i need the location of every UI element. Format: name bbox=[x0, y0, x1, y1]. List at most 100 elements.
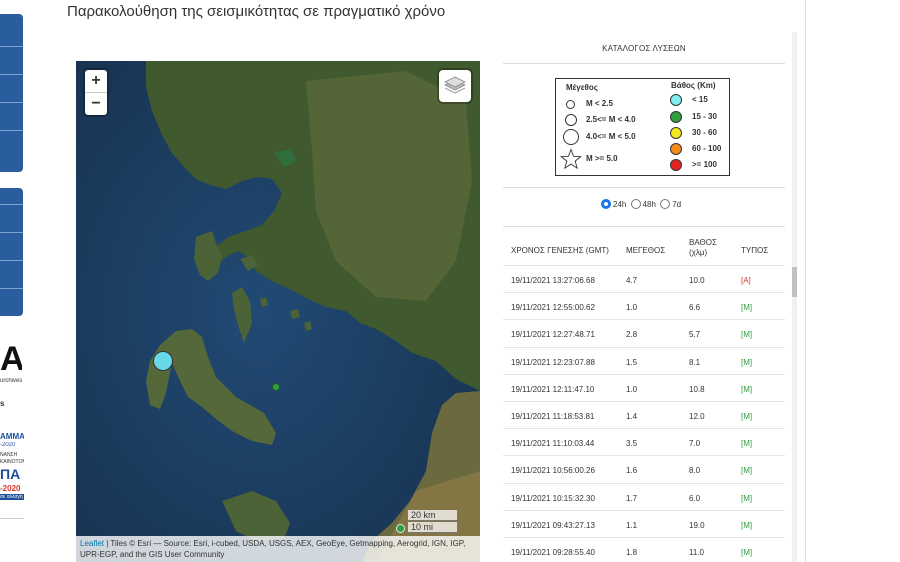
layers-control-button[interactable] bbox=[439, 70, 471, 102]
zoom-out-button[interactable]: − bbox=[85, 93, 107, 115]
table-row[interactable]: 19/11/2021 11:10:03.44 3.5 7.0 [M] bbox=[503, 428, 785, 456]
legend-depth-item: < 15 bbox=[692, 95, 708, 104]
zoom-control: + − bbox=[85, 70, 107, 115]
cell-time: 19/11/2021 10:56:00.26 bbox=[511, 466, 595, 476]
programme-logo-amma: AMMA bbox=[0, 432, 24, 441]
cell-magnitude: 1.0 bbox=[626, 303, 638, 313]
legend-depth-item: 60 - 100 bbox=[692, 144, 722, 153]
cell-time: 19/11/2021 12:23:07.88 bbox=[511, 357, 595, 367]
earthquake-marker-small[interactable] bbox=[272, 383, 280, 391]
cell-magnitude: 1.0 bbox=[626, 384, 638, 394]
radio-label-48h: 48h bbox=[642, 199, 656, 209]
cell-magnitude: 1.4 bbox=[626, 412, 638, 421]
cell-type: [M] bbox=[741, 330, 753, 340]
earthquake-marker-small[interactable] bbox=[396, 524, 405, 533]
cell-type: [M] bbox=[741, 357, 753, 367]
programme-logo-small2: ΚΑΙΝΟΤΟΜΙΑ bbox=[0, 459, 24, 465]
table-row[interactable]: 19/11/2021 09:28:55.40 1.8 11.0 [M] bbox=[503, 537, 785, 562]
divider bbox=[503, 187, 785, 188]
earthquake-marker-large[interactable] bbox=[153, 351, 173, 371]
cell-depth: 5.7 bbox=[689, 330, 701, 340]
cell-type: [M] bbox=[741, 412, 753, 421]
radio-48h[interactable] bbox=[630, 199, 641, 209]
cell-magnitude: 3.5 bbox=[626, 439, 638, 449]
radio-label-24h: 24h bbox=[613, 199, 627, 209]
divider bbox=[503, 226, 785, 227]
cell-type: [A] bbox=[741, 276, 751, 285]
cell-type: [M] bbox=[741, 466, 753, 476]
radio-24h[interactable] bbox=[601, 199, 611, 209]
zoom-in-button[interactable]: + bbox=[85, 70, 107, 93]
legend-magnitude-item: 4.0<= M < 5.0 bbox=[586, 132, 636, 141]
divider bbox=[503, 63, 785, 64]
scrollbar-thumb[interactable] bbox=[792, 267, 797, 297]
magnitude-circle-icon bbox=[566, 100, 575, 109]
table-row[interactable]: 19/11/2021 09:43:27.13 1.1 19.0 [M] bbox=[503, 509, 785, 538]
cell-depth: 7.0 bbox=[689, 439, 701, 449]
scale-km: 20 km bbox=[407, 510, 458, 521]
cell-type: [M] bbox=[741, 548, 753, 557]
legend-magnitude-item: M >= 5.0 bbox=[586, 154, 618, 163]
cell-depth: 8.0 bbox=[689, 466, 701, 476]
left-nav-panel-bottom[interactable] bbox=[0, 188, 23, 316]
column-header-depth-line2: (χλμ) bbox=[689, 248, 708, 257]
cell-depth: 10.8 bbox=[689, 384, 705, 394]
table-row[interactable]: 19/11/2021 10:56:00.26 1.6 8.0 [M] bbox=[503, 455, 785, 483]
column-header-time: ΧΡΟΝΟΣ ΓΕΝΕΣΗΣ (GMT) bbox=[511, 246, 609, 255]
leaflet-link[interactable]: Leaflet bbox=[80, 539, 104, 548]
map-scale: 20 km 10 mi bbox=[407, 509, 458, 533]
cell-type: [M] bbox=[741, 384, 753, 394]
table-row[interactable]: 19/11/2021 10:15:32.30 1.7 6.0 [M] bbox=[503, 482, 785, 511]
cell-type: [M] bbox=[741, 303, 753, 313]
left-sidebar: A urchives s AMMA -2020 ΝΑΝΣΗ ΚΑΙΝΟΤΟΜΙΑ… bbox=[0, 0, 24, 562]
logo-s-text: s bbox=[0, 399, 5, 408]
cell-depth: 19.0 bbox=[689, 520, 705, 530]
espa-logo-year: -2020 bbox=[0, 484, 21, 493]
cell-type: [M] bbox=[741, 493, 753, 503]
seismicity-map[interactable]: + − 20 km 10 mi Leaflet | Tiles © Esri —… bbox=[76, 61, 480, 562]
legend-depth-item: 30 - 60 bbox=[692, 128, 717, 137]
depth-color-dot bbox=[670, 127, 682, 139]
table-row[interactable]: 19/11/2021 11:18:53.81 1.4 12.0 [M] bbox=[503, 401, 785, 429]
satellite-map-tiles bbox=[76, 61, 480, 562]
panel-scrollbar[interactable] bbox=[792, 32, 797, 562]
depth-color-dot bbox=[670, 111, 682, 123]
cell-magnitude: 2.8 bbox=[626, 330, 638, 340]
magnitude-star-icon bbox=[560, 148, 582, 170]
programme-logo-year1: -2020 bbox=[0, 442, 16, 448]
table-row[interactable]: 19/11/2021 13:27:06.68 4.7 10.0 [A] bbox=[503, 265, 785, 293]
cell-time: 19/11/2021 09:28:55.40 bbox=[511, 548, 595, 557]
table-row[interactable]: 19/11/2021 12:11:47.10 1.0 10.8 [M] bbox=[503, 373, 785, 402]
legend-box: Μέγεθος Βάθος (Km) M < 2.5 2.5<= M < 4.0… bbox=[555, 78, 730, 176]
archives-logo-text: urchives bbox=[0, 378, 23, 384]
cell-magnitude: 1.1 bbox=[626, 520, 638, 530]
cell-time: 19/11/2021 11:18:53.81 bbox=[511, 412, 595, 421]
depth-color-dot bbox=[670, 143, 682, 155]
cell-time: 19/11/2021 11:10:03.44 bbox=[511, 439, 595, 449]
cell-time: 19/11/2021 09:43:27.13 bbox=[511, 520, 595, 530]
cell-time: 19/11/2021 10:15:32.30 bbox=[511, 493, 595, 503]
left-nav-panel-top[interactable] bbox=[0, 14, 23, 172]
cell-depth: 6.6 bbox=[689, 303, 701, 313]
attribution-text: | Tiles © Esri — Source: Esri, i-cubed, … bbox=[80, 539, 466, 559]
content-right-border bbox=[805, 0, 806, 562]
cell-magnitude: 4.7 bbox=[626, 276, 638, 285]
magnitude-circle-icon bbox=[563, 129, 579, 145]
archives-logo-letter: A bbox=[0, 342, 22, 376]
table-row[interactable]: 19/11/2021 12:23:07.88 1.5 8.1 [M] bbox=[503, 346, 785, 375]
legend-depth-item: >= 100 bbox=[692, 160, 717, 169]
scale-mi: 10 mi bbox=[407, 522, 458, 533]
table-row[interactable]: 19/11/2021 12:27:48.71 2.8 5.7 [M] bbox=[503, 319, 785, 347]
cell-depth: 8.1 bbox=[689, 357, 701, 367]
column-header-depth: ΒΑΘΟΣ (χλμ) bbox=[689, 238, 717, 258]
cell-depth: 6.0 bbox=[689, 493, 701, 503]
cell-time: 19/11/2021 12:27:48.71 bbox=[511, 330, 595, 340]
table-row[interactable]: 19/11/2021 12:55:00.62 1.0 6.6 [M] bbox=[503, 292, 785, 320]
depth-color-dot bbox=[670, 94, 682, 106]
legend-depth-item: 15 - 30 bbox=[692, 112, 717, 121]
column-header-magnitude: ΜΕΓΕΘΟΣ bbox=[626, 246, 666, 255]
radio-7d[interactable] bbox=[660, 199, 671, 209]
cell-magnitude: 1.8 bbox=[626, 548, 638, 557]
legend-magnitude-header: Μέγεθος bbox=[566, 83, 598, 92]
magnitude-circle-icon bbox=[565, 114, 577, 126]
